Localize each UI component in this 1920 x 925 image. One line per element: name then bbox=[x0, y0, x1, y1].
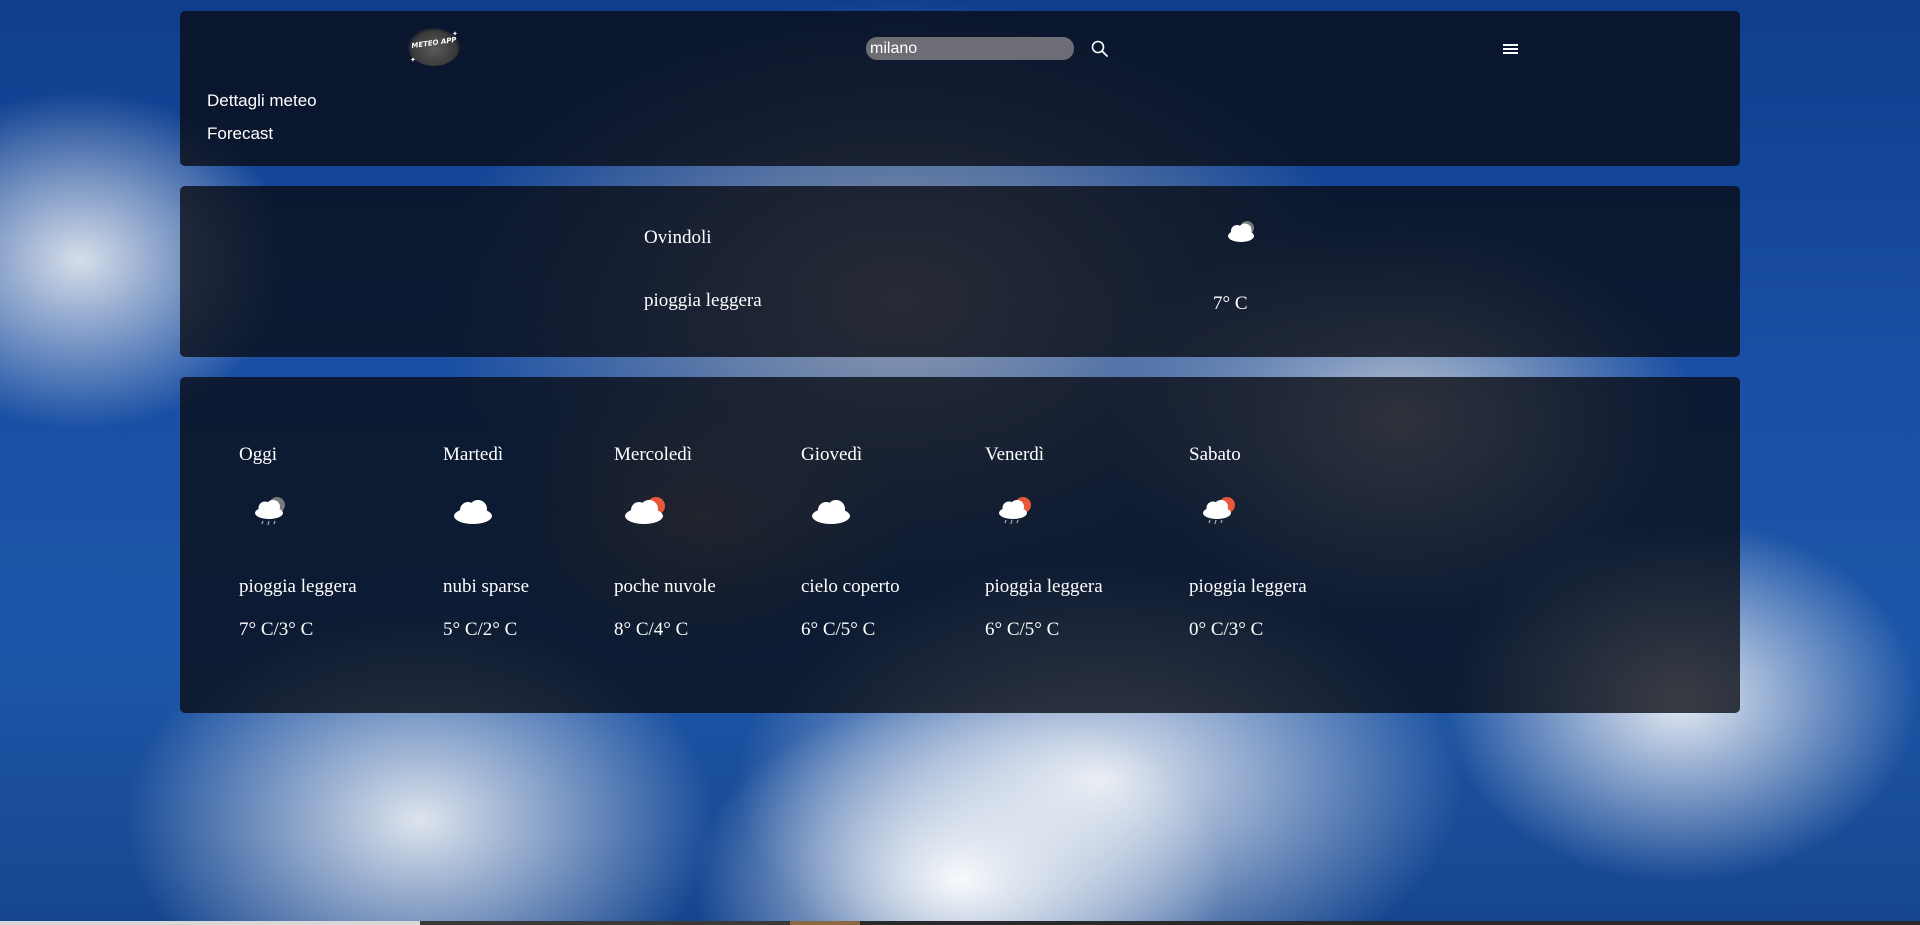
day-name: Giovedì bbox=[801, 444, 863, 465]
sparkle-icon: ✦ bbox=[410, 56, 416, 64]
day-description: cielo coperto bbox=[801, 576, 900, 597]
day-name: Oggi bbox=[239, 444, 277, 465]
nav-link-forecast[interactable]: Forecast bbox=[207, 124, 273, 144]
day-description: pioggia leggera bbox=[1189, 576, 1307, 597]
current-temperature: 7° C bbox=[1213, 293, 1248, 314]
day-temperature: 5° C/2° C bbox=[443, 619, 518, 640]
current-weather-panel: Ovindoli pioggia leggera 7° C bbox=[180, 186, 1740, 357]
cloud-sun-rain-icon bbox=[1200, 494, 1240, 535]
search-input[interactable] bbox=[866, 37, 1074, 60]
day-temperature: 6° C/5° C bbox=[985, 619, 1060, 640]
menu-button[interactable] bbox=[1503, 44, 1519, 58]
day-description: pioggia leggera bbox=[239, 576, 357, 597]
cloud-rain-icon bbox=[1224, 219, 1260, 254]
forecast-panel: Oggi pioggia leggera 7° C/3° C Martedì n… bbox=[180, 377, 1740, 713]
cloud-icon bbox=[810, 494, 854, 535]
app-logo[interactable]: METEO APP ✦ ✦ bbox=[408, 28, 460, 66]
current-description: pioggia leggera bbox=[644, 290, 762, 311]
header-panel: METEO APP ✦ ✦ Dettagli meteo Forecast bbox=[180, 11, 1740, 166]
day-description: nubi sparse bbox=[443, 576, 530, 597]
cloud-rain-icon bbox=[251, 494, 291, 535]
day-temperature: 8° C/4° C bbox=[614, 619, 689, 640]
sparkle-icon: ✦ bbox=[452, 30, 458, 38]
search-icon bbox=[1091, 40, 1108, 57]
day-temperature: 7° C/3° C bbox=[239, 619, 314, 640]
hamburger-icon bbox=[1503, 44, 1519, 54]
cloud-sun-icon bbox=[623, 494, 669, 535]
city-name: Ovindoli bbox=[644, 227, 712, 248]
nav-link-dettagli-meteo[interactable]: Dettagli meteo bbox=[207, 91, 317, 111]
day-temperature: 6° C/5° C bbox=[801, 619, 876, 640]
day-name: Martedì bbox=[443, 444, 504, 465]
day-name: Mercoledì bbox=[614, 444, 693, 465]
day-description: pioggia leggera bbox=[985, 576, 1103, 597]
search-bar bbox=[866, 37, 1108, 60]
day-name: Sabato bbox=[1189, 444, 1241, 465]
bottom-strip bbox=[0, 921, 1920, 925]
day-temperature: 0° C/3° C bbox=[1189, 619, 1264, 640]
search-button[interactable] bbox=[1090, 39, 1110, 59]
cloud-icon bbox=[452, 494, 496, 535]
day-name: Venerdì bbox=[985, 444, 1045, 465]
day-description: poche nuvole bbox=[614, 576, 716, 597]
cloud-sun-rain-icon bbox=[996, 494, 1036, 535]
